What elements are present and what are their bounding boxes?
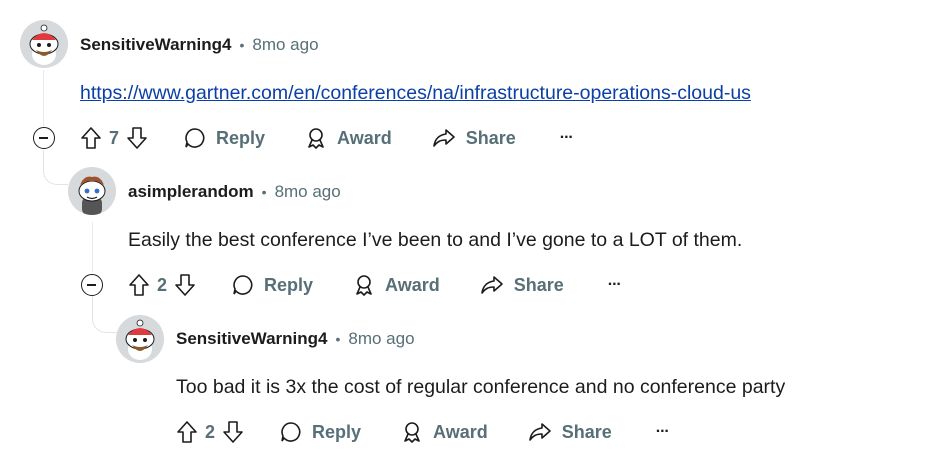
vote-group: 2 — [176, 420, 244, 444]
vote-count: 7 — [109, 127, 120, 148]
downvote-icon[interactable] — [126, 126, 148, 150]
award-button[interactable]: Award — [401, 421, 488, 443]
author-name[interactable]: SensitiveWarning4 — [80, 35, 231, 55]
snoo-avatar-icon — [68, 167, 116, 215]
award-label: Award — [433, 421, 488, 442]
share-icon — [432, 129, 455, 147]
comment-header: SensitiveWarning4 • 8mo ago — [176, 327, 415, 351]
vote-count: 2 — [205, 421, 216, 442]
reply-bubble-icon — [233, 275, 253, 295]
vote-group: 2 — [128, 273, 196, 297]
author-name[interactable]: SensitiveWarning4 — [176, 329, 327, 349]
more-options-button[interactable]: ··· — [655, 423, 670, 441]
award-label: Award — [385, 274, 440, 295]
timestamp[interactable]: 8mo ago — [348, 329, 414, 349]
reply-bubble-icon — [185, 128, 205, 148]
comment-body: https://www.gartner.com/en/conferences/n… — [80, 82, 751, 105]
comment-body: Easily the best conference I’ve been to … — [128, 229, 743, 251]
share-button[interactable]: Share — [528, 421, 612, 443]
avatar[interactable] — [20, 20, 68, 68]
reply-button[interactable]: Reply — [280, 421, 361, 443]
reply-label: Reply — [312, 421, 362, 442]
award-label: Award — [337, 127, 392, 148]
upvote-icon[interactable] — [176, 420, 198, 444]
award-button[interactable]: Award — [353, 274, 440, 296]
separator-dot: • — [335, 331, 341, 347]
more-icon: ··· — [607, 276, 622, 293]
comment-header: asimplerandom • 8mo ago — [128, 180, 341, 204]
collapse-icon[interactable] — [81, 274, 103, 296]
share-label: Share — [513, 274, 564, 295]
thread-elbow-2 — [92, 296, 117, 333]
thread-line-2 — [92, 222, 93, 272]
vote-count: 2 — [157, 274, 168, 295]
share-label: Share — [465, 127, 516, 148]
timestamp[interactable]: 8mo ago — [275, 182, 341, 202]
award-icon — [404, 422, 420, 443]
reply-button[interactable]: Reply — [232, 274, 313, 296]
more-icon: ··· — [559, 129, 574, 146]
share-label: Share — [561, 421, 612, 442]
upvote-icon[interactable] — [80, 126, 102, 150]
action-bar: 7 Reply Award Share ··· — [80, 120, 574, 156]
award-icon — [308, 128, 324, 149]
comment-link[interactable]: https://www.gartner.com/en/conferences/n… — [80, 82, 751, 104]
more-options-button[interactable]: ··· — [607, 276, 622, 294]
thread-line-1 — [43, 70, 44, 126]
reply-button[interactable]: Reply — [184, 127, 265, 149]
reply-label: Reply — [264, 274, 314, 295]
share-button[interactable]: Share — [432, 127, 516, 149]
separator-dot: • — [239, 37, 245, 53]
downvote-icon[interactable] — [174, 273, 196, 297]
action-bar: 2 Reply Award Share ··· — [176, 414, 670, 450]
thread-elbow-1 — [43, 150, 68, 185]
upvote-icon[interactable] — [128, 273, 150, 297]
comment-header: SensitiveWarning4 • 8mo ago — [80, 33, 319, 57]
snoo-avatar-icon — [20, 20, 68, 68]
avatar[interactable] — [116, 315, 164, 363]
award-icon — [356, 275, 372, 296]
timestamp[interactable]: 8mo ago — [252, 35, 318, 55]
comment-body: Too bad it is 3x the cost of regular con… — [176, 376, 786, 398]
more-icon: ··· — [655, 423, 670, 440]
downvote-icon[interactable] — [222, 420, 244, 444]
reply-bubble-icon — [281, 422, 301, 442]
share-button[interactable]: Share — [480, 274, 564, 296]
reply-label: Reply — [216, 127, 266, 148]
avatar[interactable] — [68, 167, 116, 215]
more-options-button[interactable]: ··· — [559, 129, 574, 147]
action-bar: 2 Reply Award Share ··· — [128, 267, 622, 303]
share-icon — [528, 423, 551, 441]
separator-dot: • — [261, 184, 267, 200]
award-button[interactable]: Award — [305, 127, 392, 149]
snoo-avatar-icon — [116, 315, 164, 363]
collapse-icon[interactable] — [33, 127, 55, 149]
share-icon — [480, 276, 503, 294]
vote-group: 7 — [80, 126, 148, 150]
author-name[interactable]: asimplerandom — [128, 182, 254, 202]
